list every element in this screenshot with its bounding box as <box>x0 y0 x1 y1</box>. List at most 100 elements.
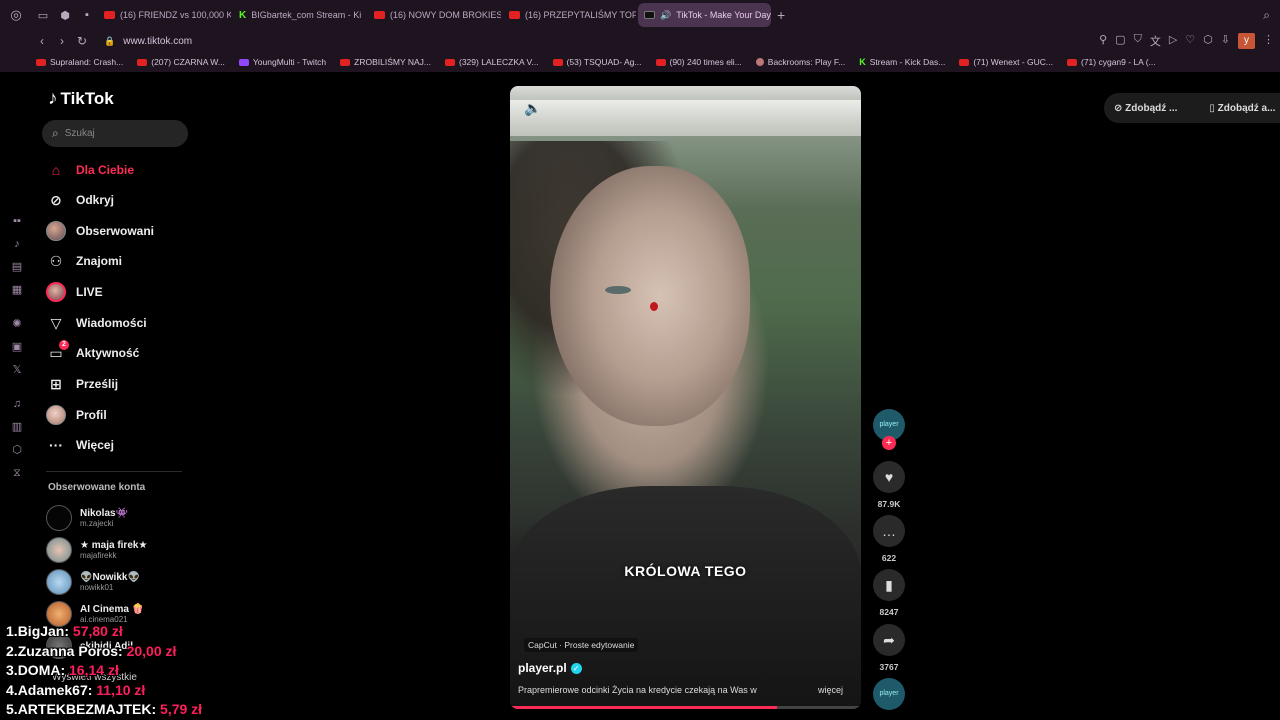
translate-icon[interactable]: 文 <box>1150 33 1161 49</box>
get-app-button[interactable]: ⊘ Zdobądź ... <box>1114 103 1193 114</box>
x-icon[interactable]: 𝕏 <box>9 362 25 378</box>
bookmark[interactable]: (53) TSQUAD- Ag... <box>552 57 642 67</box>
follow-plus-icon[interactable]: + <box>882 436 896 450</box>
nav-for-you[interactable]: ⌂ Dla Ciebie <box>46 157 134 183</box>
author-avatar-button[interactable]: player + <box>872 409 906 450</box>
bookmark[interactable]: (71) Wenext - GUC... <box>959 57 1053 67</box>
video-caption: KRÓLOWA TEGO <box>624 563 747 579</box>
pin-icon[interactable]: ⚲ <box>1099 33 1107 49</box>
bell-icon[interactable]: ♪ <box>9 236 25 252</box>
divider <box>46 471 182 472</box>
followed-account[interactable]: 👽Nowikk👽 nowikk01 <box>46 569 140 595</box>
snapshot-icon[interactable]: ▢ <box>1115 33 1125 49</box>
nav-more[interactable]: ··· Więcej <box>46 432 114 458</box>
back-icon[interactable]: ‹ <box>32 34 52 48</box>
nav-explore[interactable]: ⊘ Odkryj <box>46 187 114 213</box>
video-progress-bar[interactable] <box>510 706 861 709</box>
volume-icon[interactable]: 🔈 <box>524 100 541 117</box>
backrooms-icon <box>755 58 764 66</box>
history-icon[interactable]: ⧖ <box>9 465 25 481</box>
browser-tab-active[interactable]: 🔊 TikTok - Make Your Day <box>638 3 771 27</box>
capcut-tag[interactable]: CapCut · Proste edytowanie <box>524 638 639 652</box>
bookmark[interactable]: YoungMulti - Twitch <box>238 57 326 67</box>
new-tab-icon[interactable]: + <box>777 7 785 23</box>
video-author[interactable]: player.pl ✓ <box>518 661 582 675</box>
avatar <box>46 221 66 241</box>
search-icon[interactable]: ⌕ <box>52 126 59 141</box>
youtube-icon <box>552 58 563 66</box>
video-frame <box>605 286 631 294</box>
friends-icon: ⚇ <box>49 252 63 269</box>
opera-menu-icon[interactable]: ◎ <box>0 0 32 30</box>
browser-tab[interactable]: K BIGbartek_com Stream - Ki <box>233 3 366 27</box>
reload-icon[interactable]: ↻ <box>72 34 92 48</box>
lock-icon[interactable]: 🔒 <box>104 36 115 47</box>
tiktok-logo[interactable]: ♪ TikTok <box>48 88 114 110</box>
extensions-icon[interactable]: ⬡ <box>9 442 25 458</box>
chatgpt-icon[interactable]: ✺ <box>9 316 25 332</box>
profile-avatar[interactable]: y <box>1238 33 1255 49</box>
sound-disc-button[interactable]: player <box>872 678 906 710</box>
nav-activity[interactable]: ▭ 2 Aktywność <box>46 340 139 366</box>
workspaces-icon[interactable]: ▭ <box>32 0 54 30</box>
tab-mini-icon[interactable]: ▪ <box>76 0 98 30</box>
notification-badge: 2 <box>59 340 69 350</box>
avatar: player <box>873 678 905 710</box>
nav-live[interactable]: LIVE <box>46 279 103 305</box>
bookmark[interactable]: (71) cygan9 - LA (... <box>1067 57 1156 67</box>
bookmark[interactable]: (207) CZARNA W... <box>137 57 225 67</box>
bookmark[interactable]: Supraland: Crash... <box>36 57 123 67</box>
bookmark[interactable]: (329) LALECZKA V... <box>445 57 539 67</box>
video-frame <box>550 166 750 426</box>
share-button[interactable]: ➦ 3767 <box>872 624 906 672</box>
pinboard-icon[interactable]: ▦ <box>9 282 25 298</box>
search-bar[interactable]: ⌕ <box>42 120 188 147</box>
activity-icon: ▭ 2 <box>46 340 69 363</box>
save-button[interactable]: ▮ 8247 <box>872 569 906 617</box>
menu-icon[interactable]: ⋮ <box>1263 33 1274 49</box>
browser-tab[interactable]: (16) FRIENDZ vs 100,000 K <box>98 3 231 27</box>
donation-entry: 2.Zuzanna Poros: 20,00 zł <box>6 642 177 659</box>
video-player[interactable]: 🔈 KRÓLOWA TEGO CapCut · Proste edytowani… <box>510 86 861 709</box>
comment-button[interactable]: … 622 <box>872 515 906 563</box>
video-frame <box>510 100 861 136</box>
browser-tab[interactable]: (16) NOWY DOM BROKIES <box>368 3 501 27</box>
play-icon[interactable]: ▷ <box>1169 33 1177 49</box>
wallet-icon[interactable]: ▤ <box>9 259 25 275</box>
shield-icon[interactable]: ⬢ <box>54 0 76 30</box>
speaker-icon[interactable]: 🔊 <box>660 10 671 21</box>
nav-messages[interactable]: ▽ Wiadomości <box>46 310 147 336</box>
browser-tab-bar: ◎ ▭ ⬢ ▪ (16) FRIENDZ vs 100,000 K K BIGba… <box>0 0 1280 30</box>
workspace-dots-icon[interactable]: ▪▪ <box>9 213 25 229</box>
heart-icon[interactable]: ♡ <box>1185 33 1195 49</box>
video-frame <box>510 486 861 709</box>
url-field[interactable]: www.tiktok.com <box>123 36 192 47</box>
browser-tab[interactable]: (16) PRZEPYTALIŚMY TOP <box>503 3 636 27</box>
twitch-icon[interactable]: ▣ <box>9 339 25 355</box>
notes-icon[interactable]: ▥ <box>9 419 25 435</box>
avatar <box>46 505 72 531</box>
more-link[interactable]: więcej <box>818 685 843 695</box>
extensions-icon[interactable]: ⬡ <box>1203 33 1213 49</box>
search-input[interactable] <box>64 128 165 139</box>
forward-icon[interactable]: › <box>52 34 72 48</box>
followed-account[interactable]: Nikolas👾 m.zajecki <box>46 505 128 531</box>
bookmark[interactable]: (90) 240 times eli... <box>655 57 742 67</box>
bookmark[interactable]: Backrooms: Play F... <box>755 57 845 67</box>
profile-avatar <box>46 405 66 425</box>
like-button[interactable]: ♥ 87.9K <box>872 461 906 509</box>
music-icon[interactable]: ♫ <box>9 396 25 412</box>
nav-upload[interactable]: ⊞ Prześlij <box>46 371 118 397</box>
search-tabs-icon[interactable]: ⌕ <box>1263 8 1270 23</box>
nav-profile[interactable]: Profil <box>46 402 107 428</box>
bookmark[interactable]: ZROBILIŚMY NAJ... <box>340 57 431 67</box>
nav-friends[interactable]: ⚇ Znajomi <box>46 248 122 274</box>
followed-account[interactable]: ★ maja firek★ majafirekk <box>46 537 147 563</box>
get-app-button[interactable]: ▯ Zdobądź a... <box>1209 103 1280 114</box>
donation-leaderboard: 1.BigJan: 57,80 zł 2.Zuzanna Poros: 20,0… <box>6 622 202 720</box>
download-icon[interactable]: ⇩ <box>1221 33 1230 49</box>
bookmark[interactable]: K Stream - Kick Das... <box>859 57 945 67</box>
get-app-bar: ⊘ Zdobądź ... ▯ Zdobądź a... <box>1104 93 1280 123</box>
vpn-icon[interactable]: ⛉ <box>1134 33 1142 49</box>
nav-following[interactable]: Obserwowani <box>46 218 154 244</box>
